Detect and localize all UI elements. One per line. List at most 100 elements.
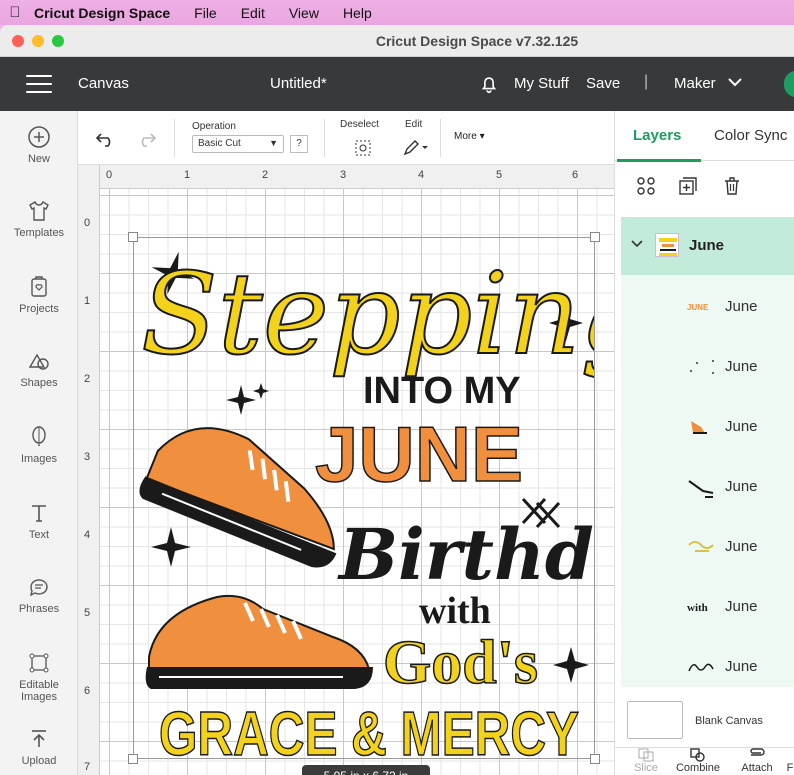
hamburger-menu-icon[interactable] [26,75,52,93]
layer-name: June [725,598,758,615]
ruler-tick-label: 1 [184,169,191,181]
selection-dimensions: 5.95 in x 6.72 in [302,765,430,775]
apple-icon[interactable]:  [0,4,30,21]
ruler-tick-label: 0 [106,169,113,181]
tab-layers[interactable]: Layers [616,127,702,162]
selection-bounding-box[interactable] [133,237,595,759]
ruler-tick-label: 1 [84,295,91,307]
save-button[interactable]: Save [586,75,620,92]
chevron-down-icon[interactable] [728,77,742,87]
deselect-icon[interactable] [354,139,372,157]
group-icon[interactable] [635,175,657,197]
zoom-window-button[interactable] [52,35,64,47]
chevron-down-icon[interactable] [631,239,643,249]
shapes-icon [28,353,49,370]
tab-color-sync[interactable]: Color Sync [714,127,787,144]
layer-thumbnail: JUNE [687,295,715,319]
close-window-button[interactable] [12,35,24,47]
sidebar-item-shapes[interactable]: Shapes [0,349,78,389]
notification-bell-icon[interactable] [478,73,500,95]
document-title[interactable]: Untitled* [270,75,327,92]
layer-row[interactable]: June [621,337,794,397]
window-title: Cricut Design Space v7.32.125 [375,32,579,49]
header-separator: | [644,73,649,90]
layer-row[interactable]: June [621,517,794,577]
menu-help[interactable]: Help [343,5,372,21]
sidebar-item-images[interactable]: Images [0,425,78,465]
resize-handle-top-left[interactable] [128,232,138,242]
layers-list: June JUNE June June June June June with … [621,217,794,687]
left-sidebar: New Templates Projects Shapes Images Tex… [0,111,78,775]
speech-bubble-icon [29,579,48,597]
sidebar-item-projects[interactable]: Projects [0,275,78,315]
shirt-icon [29,201,49,221]
more-button[interactable]: More ▾ [454,131,485,142]
menubar-app-name[interactable]: Cricut Design Space [34,5,170,21]
machine-selector[interactable]: Maker [674,75,716,92]
resize-handle-top-right[interactable] [590,232,600,242]
top-ruler: 0 1 2 3 4 5 6 [78,165,614,189]
sidebar-item-label: Images [20,453,58,465]
app-header: Canvas Untitled* My Stuff Save | Maker [0,57,794,111]
layer-thumb-text: JUNE [687,303,709,312]
layer-row[interactable]: June [621,637,794,687]
menu-edit[interactable]: Edit [241,5,265,21]
ruler-tick-label: 2 [84,373,91,385]
redo-icon[interactable] [136,130,156,148]
layer-row[interactable]: June [621,397,794,457]
sidebar-item-upload[interactable]: Upload [0,727,78,767]
minimize-window-button[interactable] [32,35,44,47]
resize-handle-bottom-left[interactable] [128,754,138,764]
operation-select[interactable]: Basic Cut ▼ [192,135,284,153]
my-stuff-button[interactable]: My Stuff [514,75,569,92]
toolbar-divider [324,119,325,157]
group-name: June [689,237,725,254]
undo-icon[interactable] [96,130,116,148]
blank-canvas-label: Blank Canvas [695,715,763,727]
attach-button[interactable]: Attach [735,748,779,774]
layer-name: June [725,478,758,495]
resize-handle-bottom-right[interactable] [590,754,600,764]
layer-thumbnail [687,535,715,559]
layer-thumb-text: with [687,602,708,614]
ruler-tick-label: 6 [84,685,91,697]
sidebar-item-label: Phrases [18,603,60,615]
macos-menubar:  Cricut Design Space File Edit View Hel… [0,0,794,25]
menu-view[interactable]: View [289,5,319,21]
blank-canvas-row[interactable]: Blank Canvas [615,697,794,745]
blank-canvas-swatch[interactable] [627,701,683,739]
make-button[interactable] [784,71,794,97]
slice-icon [638,748,654,762]
combine-button[interactable]: Combine [673,748,723,774]
operation-help-button[interactable]: ? [290,135,308,153]
upload-icon [32,730,46,747]
slice-label: Slice [634,762,658,774]
sidebar-item-templates[interactable]: Templates [0,199,78,239]
ruler-tick-label: 2 [262,169,269,181]
bottom-tools: Slice Combine Attach F [615,747,794,775]
plus-circle-icon [28,126,50,148]
design-canvas[interactable]: 0 1 2 3 4 5 6 0 1 2 3 4 5 6 7 Steppin IN… [78,165,614,775]
group-thumbnail [655,233,679,257]
layer-row[interactable]: with June [621,577,794,637]
sidebar-item-editable-images[interactable]: Editable Images [0,651,78,703]
layer-group-row[interactable]: June [621,217,794,275]
sidebar-item-phrases[interactable]: Phrases [0,575,78,615]
layer-row[interactable]: June [621,457,794,517]
sidebar-item-label: Editable Images [19,679,59,703]
ruler-tick-label: 3 [340,169,347,181]
sidebar-item-text[interactable]: Text [0,501,78,541]
layer-name: June [725,358,758,375]
menu-file[interactable]: File [194,5,217,21]
trash-icon[interactable] [721,175,743,197]
flatten-button[interactable]: F [785,748,794,774]
layer-row[interactable]: JUNE June [621,277,794,337]
sidebar-item-label: Text [28,529,50,541]
sidebar-item-new[interactable]: New [0,125,78,165]
duplicate-icon[interactable] [677,175,699,197]
sidebar-item-label: Projects [19,303,59,315]
ruler-tick-label: 5 [84,607,91,619]
slice-button[interactable]: Slice [629,748,663,774]
flatten-label: F [786,762,794,774]
pen-edit-icon[interactable] [403,138,429,156]
